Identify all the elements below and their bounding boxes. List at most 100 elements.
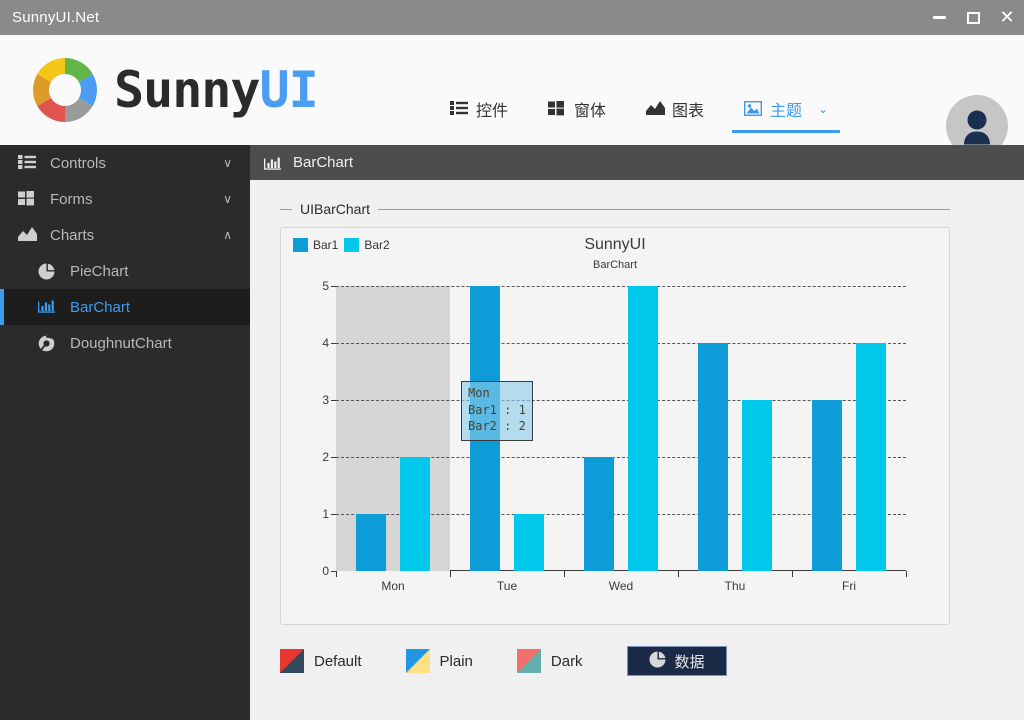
x-tick-label: Tue (496, 579, 518, 593)
nav-active-underline (732, 130, 841, 133)
chart-bar[interactable] (514, 514, 544, 571)
sidebar-item-doughnutchart[interactable]: DoughnutChart (0, 325, 250, 361)
data-button-label: 数据 (674, 653, 705, 671)
brand-wordmark: SunnyUI (114, 65, 319, 115)
y-tick-label: 1 (322, 507, 329, 521)
close-button[interactable]: ✕ (990, 0, 1024, 35)
nav-item-label: 图表 (672, 103, 705, 120)
groupbox-uibarchart: UIBarChart Bar1 Bar2 SunnyUI BarChart 0 … (280, 200, 950, 630)
main-nav: 控件 窗体 图表 主题 ⌄ (430, 91, 848, 133)
doughnut-chart-icon (38, 335, 58, 352)
chevron-down-icon: ∨ (223, 156, 232, 170)
y-tick-label: 3 (322, 393, 329, 407)
y-tick-label: 2 (322, 450, 329, 464)
theme-option-default[interactable]: Default (280, 649, 362, 673)
chart-plot-area[interactable]: 0 1 2 3 4 5 Mon Tue Wed Thu Fri Mon Bar1 : 1 Bar2 : 2 (322, 279, 907, 593)
minimize-button[interactable] (922, 0, 956, 35)
page-title: BarChart (293, 154, 354, 171)
brand-text-accent: UI (259, 61, 319, 119)
sidebar-item-label: Controls (50, 154, 106, 172)
x-tick-mark (564, 571, 565, 577)
x-tick-label: Thu (724, 579, 746, 593)
chart-title: SunnyUI (584, 236, 646, 253)
x-tick-label: Fri (842, 579, 856, 593)
theme-option-plain[interactable]: Plain (405, 649, 473, 673)
app-header: SunnyUI 控件 窗体 图表 主题 ⌄ (0, 35, 1024, 157)
tooltip-series-value: Bar2 : 2 (468, 419, 526, 434)
sidebar-item-piechart[interactable]: PieChart (0, 253, 250, 289)
y-tick-mark (331, 400, 336, 401)
list-icon (18, 155, 38, 171)
x-tick-mark (792, 571, 793, 577)
window-title: SunnyUI.Net (12, 9, 100, 26)
x-tick-mark (678, 571, 679, 577)
x-tick-mark (450, 571, 451, 577)
windows-icon (548, 101, 566, 117)
data-button[interactable]: 数据 (626, 646, 727, 676)
y-tick-label: 0 (322, 564, 329, 578)
sidebar-item-charts[interactable]: Charts ∧ (0, 217, 250, 253)
nav-item-forms[interactable]: 窗体 (528, 91, 626, 133)
y-tick-label: 4 (322, 336, 329, 350)
sidebar: Controls ∨ Forms ∨ Charts ∧ PieChart Bar… (0, 145, 250, 720)
sidebar-item-controls[interactable]: Controls ∨ (0, 145, 250, 181)
gridline (336, 286, 906, 287)
sidebar-selection-indicator (0, 289, 4, 325)
close-icon: ✕ (999, 6, 1015, 28)
theme-option-dark[interactable]: Dark (516, 649, 583, 673)
x-tick-mark (906, 571, 907, 577)
nav-item-controls[interactable]: 控件 (430, 91, 528, 133)
theme-option-label: Dark (550, 652, 583, 670)
theme-option-label: Default (314, 652, 362, 670)
chart-bar[interactable] (356, 514, 386, 571)
page-header: BarChart (250, 145, 1024, 180)
chart-bar[interactable] (584, 457, 614, 571)
nav-item-label: 主题 (770, 103, 803, 120)
chart-bar[interactable] (698, 343, 728, 571)
nav-item-label: 窗体 (574, 103, 607, 120)
maximize-button[interactable] (956, 0, 990, 35)
application-window: SunnyUI.Net ✕ SunnyUI 控件 窗体 图表 主题 ⌄ Cont… (0, 0, 1024, 720)
chart-tooltip: Mon Bar1 : 1 Bar2 : 2 (461, 381, 533, 441)
chart-subtitle: BarChart (592, 259, 638, 271)
chevron-up-icon: ∧ (223, 228, 232, 242)
bar-chart-panel[interactable]: Bar1 Bar2 SunnyUI BarChart 0 1 2 3 4 5 Mon Tue W… (280, 227, 950, 625)
x-tick-label: Mon (381, 579, 405, 593)
pie-chart-icon (649, 651, 666, 672)
theme-option-label: Plain (439, 652, 473, 670)
chart-bar[interactable] (856, 343, 886, 571)
chart-bar[interactable] (628, 286, 658, 571)
sidebar-item-label: BarChart (70, 298, 131, 316)
chevron-down-icon: ∨ (223, 192, 232, 206)
nav-item-theme[interactable]: 主题 ⌄ (724, 91, 848, 133)
brand-logo: SunnyUI (28, 53, 319, 127)
tooltip-category: Mon (468, 386, 490, 400)
gridline (336, 343, 906, 344)
list-icon (450, 101, 468, 117)
brand-text-primary: Sunny (114, 61, 261, 119)
theme-swatch (516, 649, 541, 673)
sidebar-item-forms[interactable]: Forms ∨ (0, 181, 250, 217)
theme-selector-row: Default Plain Dark 数据 (280, 646, 727, 676)
chart-bar[interactable] (742, 400, 772, 571)
theme-swatch (405, 649, 430, 673)
windows-icon (18, 191, 38, 207)
bar-chart-icon (264, 156, 281, 170)
groupbox-title: UIBarChart (300, 201, 371, 217)
chart-bar[interactable] (400, 457, 430, 571)
groupbox-right-rule (378, 208, 950, 210)
y-tick-mark (331, 457, 336, 458)
chart-bar[interactable] (812, 400, 842, 571)
sidebar-item-label: Forms (50, 190, 93, 208)
sidebar-item-barchart[interactable]: BarChart (0, 289, 250, 325)
y-tick-mark (331, 514, 336, 515)
y-tick-mark (331, 343, 336, 344)
nav-item-charts[interactable]: 图表 (626, 91, 724, 133)
tooltip-series-value: Bar1 : 1 (468, 402, 526, 417)
minimize-icon (932, 16, 946, 19)
area-chart-icon (18, 227, 38, 243)
area-chart-icon (646, 101, 666, 117)
y-tick-mark (331, 286, 336, 287)
y-tick-label: 5 (322, 279, 329, 293)
sidebar-item-label: Charts (50, 226, 95, 244)
